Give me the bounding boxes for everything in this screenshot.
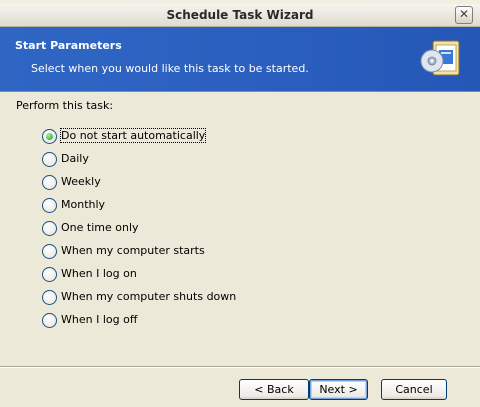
back-button[interactable]: < Back xyxy=(239,379,309,400)
scheduled-task-icon xyxy=(420,40,460,76)
radio-icon[interactable] xyxy=(42,221,57,236)
option-do-not-start[interactable]: Do not start automatically xyxy=(42,128,302,146)
window-title: Schedule Task Wizard xyxy=(166,8,314,22)
option-one-time-only[interactable]: One time only xyxy=(42,220,302,238)
option-daily[interactable]: Daily xyxy=(42,151,302,169)
option-label: When my computer starts xyxy=(61,244,205,257)
option-label: Monthly xyxy=(61,198,106,211)
radio-icon[interactable] xyxy=(42,244,57,259)
option-label: When my computer shuts down xyxy=(61,290,237,303)
option-computer-starts[interactable]: When my computer starts xyxy=(42,243,302,261)
title-bar[interactable]: Schedule Task Wizard ✕ xyxy=(0,4,480,27)
header-title: Start Parameters xyxy=(15,39,122,52)
option-label: When I log on xyxy=(61,267,137,280)
close-button[interactable]: ✕ xyxy=(455,6,473,24)
radio-icon[interactable] xyxy=(42,152,57,167)
header-subtitle: Select when you would like this task to … xyxy=(31,62,309,75)
cancel-button[interactable]: Cancel xyxy=(381,379,447,400)
option-log-on[interactable]: When I log on xyxy=(42,266,302,284)
option-computer-shuts-down[interactable]: When my computer shuts down xyxy=(42,289,302,307)
option-label: Weekly xyxy=(61,175,101,188)
radio-icon[interactable] xyxy=(42,313,57,328)
close-icon: ✕ xyxy=(458,7,470,21)
option-weekly[interactable]: Weekly xyxy=(42,174,302,192)
radio-icon[interactable] xyxy=(42,290,57,305)
option-label: Do not start automatically xyxy=(59,128,207,143)
option-monthly[interactable]: Monthly xyxy=(42,197,302,215)
radio-icon[interactable] xyxy=(42,267,57,282)
perform-task-label: Perform this task: xyxy=(16,99,114,112)
radio-icon[interactable] xyxy=(42,175,57,190)
next-button[interactable]: Next > xyxy=(309,379,368,400)
option-label: When I log off xyxy=(61,313,138,326)
option-log-off[interactable]: When I log off xyxy=(42,312,302,330)
header-separator xyxy=(0,91,480,92)
option-label: One time only xyxy=(61,221,139,234)
option-label: Daily xyxy=(61,152,89,165)
radio-selected-icon[interactable] xyxy=(42,129,57,144)
wizard-header: Start Parameters Select when you would l… xyxy=(0,27,480,91)
radio-icon[interactable] xyxy=(42,198,57,213)
